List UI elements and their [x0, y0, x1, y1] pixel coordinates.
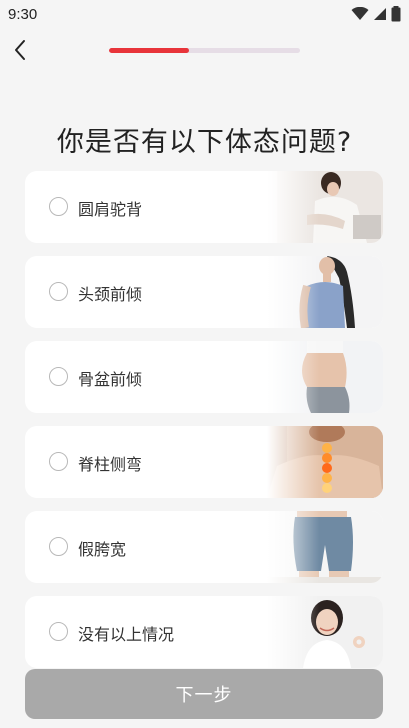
status-bar: 9:30 — [0, 0, 409, 28]
signal-icon — [374, 8, 386, 20]
progress-bar — [109, 48, 300, 53]
image-fade — [267, 341, 383, 413]
radio-button[interactable] — [49, 622, 68, 641]
options-list: 圆肩驼背 头颈前倾 骨盆前倾 脊柱侧弯 假胯宽 没有以上情况 — [25, 171, 383, 681]
image-fade — [267, 256, 383, 328]
next-button[interactable]: 下一步 — [25, 669, 383, 719]
status-icons — [351, 6, 401, 22]
option-false-wide-hips[interactable]: 假胯宽 — [25, 511, 383, 583]
image-fade — [267, 171, 383, 243]
radio-button[interactable] — [49, 452, 68, 471]
option-scoliosis[interactable]: 脊柱侧弯 — [25, 426, 383, 498]
option-label: 脊柱侧弯 — [78, 455, 143, 474]
option-label: 没有以上情况 — [78, 625, 175, 644]
image-fade — [267, 426, 383, 498]
progress-fill — [109, 48, 190, 53]
back-button[interactable] — [6, 36, 34, 64]
option-label: 假胯宽 — [78, 540, 127, 559]
option-label: 头颈前倾 — [78, 285, 143, 304]
option-none[interactable]: 没有以上情况 — [25, 596, 383, 668]
battery-icon — [391, 6, 401, 22]
radio-button[interactable] — [49, 367, 68, 386]
image-fade — [267, 596, 383, 668]
radio-button[interactable] — [49, 197, 68, 216]
status-time: 9:30 — [8, 5, 38, 23]
radio-button[interactable] — [49, 282, 68, 301]
option-label: 圆肩驼背 — [78, 200, 143, 219]
radio-button[interactable] — [49, 537, 68, 556]
top-bar — [0, 32, 409, 72]
question-title: 你是否有以下体态问题? — [56, 127, 353, 158]
option-anterior-pelvic-tilt[interactable]: 骨盆前倾 — [25, 341, 383, 413]
wifi-icon — [351, 7, 369, 20]
option-label: 骨盆前倾 — [78, 370, 143, 389]
option-forward-head[interactable]: 头颈前倾 — [25, 256, 383, 328]
chevron-left-icon — [15, 40, 25, 60]
image-fade — [267, 511, 383, 583]
option-rounded-shoulders[interactable]: 圆肩驼背 — [25, 171, 383, 243]
